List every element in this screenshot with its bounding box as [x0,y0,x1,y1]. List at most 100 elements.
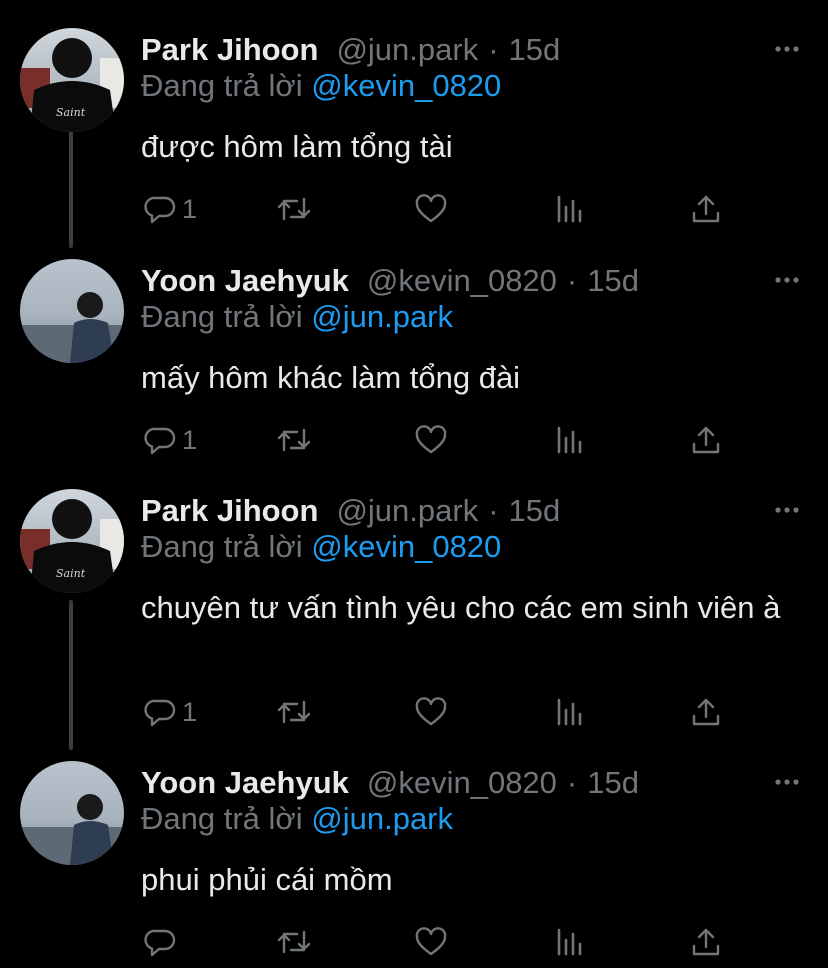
more-options-button[interactable] [774,769,800,795]
tweet-header: Park Jihoon @jun.park · 15d [141,28,560,72]
mention-link[interactable]: @jun.park [311,801,453,836]
replying-to: Đang trả lời @kevin_0820 [141,529,501,565]
tweet-actions: 1 [141,192,741,226]
tweet[interactable]: Yoon Jaehyuk @kevin_0820 · 15d Đang trả … [0,761,828,968]
jacket-lettering: Saint [56,567,86,580]
more-options-button[interactable] [774,36,800,62]
avatar-park-jihoon[interactable]: Saint [20,28,124,132]
retweet-icon [277,197,311,221]
avatar-image [20,259,124,363]
reply-button[interactable]: 1 [144,423,197,457]
tweet-text: mấy hôm khác làm tổng đài [141,360,521,395]
share-upload-icon [692,928,720,956]
retweet-icon [277,428,311,452]
bar-chart-icon [557,698,582,726]
display-name[interactable]: Yoon Jaehyuk [141,263,349,299]
reply-button[interactable] [144,925,182,959]
reply-button[interactable]: 1 [144,695,197,729]
heart-icon [415,697,447,726]
display-name[interactable]: Park Jihoon [141,493,318,529]
bar-chart-icon [557,426,582,454]
tweet-text: chuyên tư vấn tình yêu cho các em sinh v… [141,590,781,625]
mention-link[interactable]: @kevin_0820 [311,529,501,564]
heart-icon [415,425,447,454]
tweet-actions: 1 [141,695,741,729]
separator-dot: · [488,32,499,67]
reply-count: 1 [182,193,198,224]
retweet-button[interactable] [277,925,311,959]
like-button[interactable] [414,925,448,959]
timestamp[interactable]: 15d [587,765,639,801]
reply-bubble-icon [144,196,176,224]
user-handle[interactable]: @jun.park [336,32,478,68]
separator-dot: · [566,263,578,298]
display-name[interactable]: Yoon Jaehyuk [141,765,349,801]
retweet-button[interactable] [277,695,311,729]
reply-bubble-icon [144,427,176,455]
share-button[interactable] [690,695,722,729]
views-button[interactable] [555,925,585,959]
retweet-button[interactable] [277,423,311,457]
tweet-actions [141,925,741,959]
reply-count: 1 [182,424,198,455]
like-button[interactable] [414,423,448,457]
views-button[interactable] [555,423,585,457]
more-options-button[interactable] [774,267,800,293]
views-button[interactable] [555,192,585,226]
user-handle[interactable]: @kevin_0820 [367,263,557,299]
replying-to-label: Đang trả lời [141,299,303,334]
share-upload-icon [692,698,720,726]
bar-chart-icon [557,928,582,956]
more-options-button[interactable] [774,497,800,523]
user-handle[interactable]: @jun.park [336,493,478,529]
replying-to-label: Đang trả lời [141,529,303,564]
tweet-header: Park Jihoon @jun.park · 15d [141,489,560,533]
more-horizontal-icon [775,779,799,785]
share-upload-icon [692,426,720,454]
mention-link[interactable]: @jun.park [311,299,453,334]
mention-link[interactable]: @kevin_0820 [311,68,501,103]
like-button[interactable] [414,192,448,226]
heart-icon [415,194,447,223]
share-button[interactable] [690,925,722,959]
timestamp[interactable]: 15d [509,32,561,68]
separator-dot: · [488,493,499,528]
like-button[interactable] [414,695,448,729]
user-handle[interactable]: @kevin_0820 [367,765,557,801]
tweet[interactable]: Saint Park Jihoon @jun.park · 15d Đang t… [0,489,828,739]
jacket-lettering: Saint [56,106,86,119]
replying-to-label: Đang trả lời [141,801,303,836]
retweet-icon [277,930,311,954]
tweet-text: phui phủi cái mồm [141,862,393,897]
bar-chart-icon [557,195,582,223]
timestamp[interactable]: 15d [587,263,639,299]
tweet-text: được hôm làm tổng tài [141,129,453,164]
replying-to: Đang trả lời @kevin_0820 [141,68,501,104]
reply-count: 1 [182,696,198,727]
tweet[interactable]: Saint Park Jihoon @jun.park · 15d Đang t… [0,28,828,238]
display-name[interactable]: Park Jihoon [141,32,318,68]
avatar-yoon-jaehyuk[interactable] [20,259,124,363]
avatar-park-jihoon[interactable]: Saint [20,489,124,593]
tweet[interactable]: Yoon Jaehyuk @kevin_0820 · 15d Đang trả … [0,259,828,469]
share-button[interactable] [690,423,722,457]
avatar-image: Saint [20,489,124,593]
avatar-yoon-jaehyuk[interactable] [20,761,124,865]
more-horizontal-icon [775,277,799,283]
reply-bubble-icon [144,699,176,727]
replying-to: Đang trả lời @jun.park [141,299,453,335]
share-button[interactable] [690,192,722,226]
retweet-icon [277,700,311,724]
replying-to: Đang trả lời @jun.park [141,801,453,837]
avatar-image: Saint [20,28,124,132]
timestamp[interactable]: 15d [509,493,561,529]
views-button[interactable] [555,695,585,729]
tweet-header: Yoon Jaehyuk @kevin_0820 · 15d [141,259,639,303]
more-horizontal-icon [775,507,799,513]
tweet-header: Yoon Jaehyuk @kevin_0820 · 15d [141,761,639,805]
more-horizontal-icon [775,46,799,52]
reply-button[interactable]: 1 [144,192,197,226]
avatar-image [20,761,124,865]
replying-to-label: Đang trả lời [141,68,303,103]
retweet-button[interactable] [277,192,311,226]
